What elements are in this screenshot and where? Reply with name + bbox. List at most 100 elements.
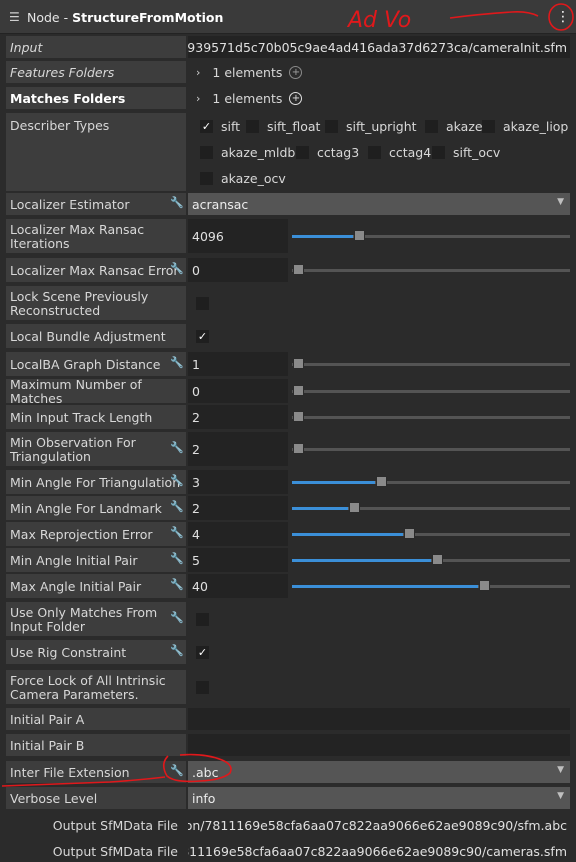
max-number-of-matches-slider[interactable] [292,385,570,396]
describer-type-checkbox[interactable] [296,145,309,159]
min-angle-landmark-slider[interactable] [292,502,570,513]
describer-type-checkbox[interactable]: ✓ [200,119,213,133]
describer-type-checkbox[interactable] [432,145,445,159]
min-observation-triangulation-input[interactable]: 2 [188,432,288,466]
slider-handle[interactable] [293,411,304,422]
localba-graph-distance-row: LocalBA Graph Distance 🔧 1 [6,352,570,376]
wrench-icon[interactable]: 🔧 [170,500,184,513]
describer-type-9[interactable]: akaze_ocv [200,168,286,188]
min-input-track-length-input[interactable]: 2 [188,405,288,429]
slider-handle[interactable] [432,554,443,565]
sliders-icon: ☰ [9,10,20,24]
slider-handle[interactable] [354,230,366,241]
slider-handle[interactable] [479,580,491,591]
inter-file-extension-dropdown[interactable]: .abc ▼ [188,761,570,783]
wrench-icon[interactable]: 🔧 [170,474,184,487]
wrench-icon[interactable]: 🔧 [170,764,184,777]
localba-graph-distance-input[interactable]: 1 [188,352,288,376]
describer-type-7[interactable]: cctag4 [368,142,431,162]
slider-fill [292,235,354,238]
describer-type-checkbox[interactable] [368,145,381,159]
wrench-icon[interactable]: 🔧 [170,611,184,624]
wrench-icon[interactable]: 🔧 [170,262,184,275]
output-sfmdata-value-2[interactable]: fotion/7811169e58cfa6aa07c822aa9066e62ae… [188,840,570,862]
local-bundle-adjustment-checkbox[interactable]: ✓ [196,330,209,343]
input-field[interactable]: init/c448939571d5c70b05c9ae4ad416ada37d6… [188,36,570,58]
min-angle-initial-pair-input[interactable]: 5 [188,548,288,572]
localizer-max-ransac-iterations-row: Localizer Max Ransac Iterations 4096 [6,219,570,253]
use-rig-constraint-label: Use Rig Constraint [6,640,186,664]
describer-type-5[interactable]: akaze_mldb [200,142,295,162]
localizer-max-ransac-error-input[interactable]: 0 [188,258,288,282]
slider-fill [292,533,404,536]
localba-graph-distance-slider[interactable] [292,358,570,369]
lock-scene-checkbox[interactable] [196,297,209,310]
max-number-of-matches-row: Maximum Number of Matches 0 [6,378,570,406]
describer-type-checkbox[interactable] [425,119,438,133]
local-bundle-adjustment-label: Local Bundle Adjustment [6,324,186,348]
initial-pair-a-input[interactable] [188,708,570,730]
use-rig-constraint-checkbox[interactable]: ✓ [196,646,209,659]
max-angle-initial-pair-slider[interactable] [292,580,570,591]
verbose-level-row: Verbose Level info ▼ [6,787,570,809]
slider-fill [292,481,376,484]
localizer-max-ransac-iterations-slider[interactable] [292,230,570,241]
describer-type-label: sift [221,118,241,134]
wrench-icon[interactable]: 🔧 [170,552,184,565]
min-angle-triangulation-input[interactable]: 3 [188,470,288,494]
add-element-icon[interactable]: + [289,91,303,105]
initial-pair-a-row: Initial Pair A [6,708,570,730]
wrench-icon[interactable]: 🔧 [170,526,184,539]
initial-pair-b-input[interactable] [188,734,570,756]
describer-type-8[interactable]: sift_ocv [432,142,500,162]
min-angle-landmark-input[interactable]: 2 [188,496,288,520]
chevron-right-icon[interactable]: › [196,92,200,105]
max-reprojection-error-slider[interactable] [292,528,570,539]
output-sfmdata-value[interactable]: romMotion/7811169e58cfa6aa07c822aa9066e6… [188,813,570,837]
describer-type-checkbox[interactable] [246,119,259,133]
max-angle-initial-pair-input[interactable]: 40 [188,574,288,598]
max-angle-initial-pair-label: Max Angle Initial Pair [6,574,186,598]
describer-type-3[interactable]: akaze [425,116,483,136]
slider-handle[interactable] [293,264,304,275]
slider-handle[interactable] [293,358,304,369]
wrench-icon[interactable]: 🔧 [170,356,184,369]
describer-type-checkbox[interactable] [325,119,338,133]
slider-handle[interactable] [293,443,304,454]
slider-handle[interactable] [404,528,416,539]
describer-type-checkbox[interactable] [200,145,213,159]
describer-type-6[interactable]: cctag3 [296,142,359,162]
features-folders-expander[interactable]: › 1 elements + [196,61,303,83]
min-angle-initial-pair-slider[interactable] [292,554,570,565]
wrench-icon[interactable]: 🔧 [170,644,184,657]
describer-type-4[interactable]: akaze_liop [482,116,568,136]
max-number-of-matches-input[interactable]: 0 [188,379,288,403]
min-observation-triangulation-slider[interactable] [292,443,570,454]
add-element-icon[interactable]: + [289,65,303,79]
describer-type-checkbox[interactable] [200,171,213,185]
use-only-matches-from-input-folder-checkbox[interactable] [196,613,209,626]
more-options-button[interactable]: ⋮ [556,9,570,26]
localizer-max-ransac-iterations-input[interactable]: 4096 [188,219,288,253]
localizer-max-ransac-error-slider[interactable] [292,264,570,275]
describer-type-0[interactable]: ✓ sift [200,116,240,136]
wrench-icon[interactable]: 🔧 [170,578,184,591]
wrench-icon[interactable]: 🔧 [170,196,184,209]
verbose-level-dropdown[interactable]: info ▼ [188,787,570,809]
min-angle-triangulation-slider[interactable] [292,476,570,487]
slider-handle[interactable] [348,502,360,513]
describer-type-label: sift_ocv [453,144,501,160]
slider-handle[interactable] [376,476,388,487]
wrench-icon[interactable]: 🔧 [170,441,184,454]
max-reprojection-error-input[interactable]: 4 [188,522,288,546]
describer-type-2[interactable]: sift_upright [325,116,417,136]
chevron-right-icon[interactable]: › [196,66,200,79]
describer-type-checkbox[interactable] [482,119,495,133]
force-lock-intrinsics-checkbox[interactable] [196,681,209,694]
slider-handle[interactable] [293,385,304,396]
min-input-track-length-slider[interactable] [292,411,570,422]
localizer-estimator-dropdown[interactable]: acransac ▼ [188,193,570,215]
features-folders-count: 1 elements [212,64,283,80]
describer-type-1[interactable]: sift_float [246,116,320,136]
matches-folders-expander[interactable]: › 1 elements + [196,87,303,109]
